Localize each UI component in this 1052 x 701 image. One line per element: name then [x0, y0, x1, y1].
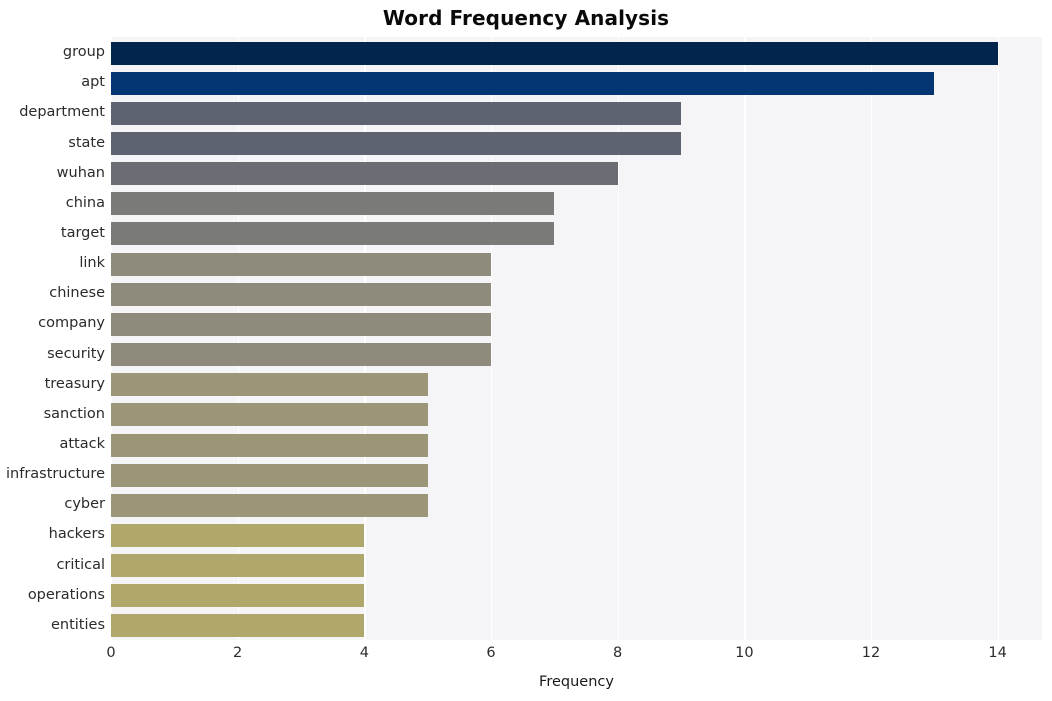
gridline-x: [617, 37, 619, 640]
bar: [111, 373, 428, 397]
y-tick-label: sanction: [43, 405, 105, 422]
y-tick-label: chinese: [49, 285, 105, 302]
x-tick-label: 14: [988, 645, 1007, 661]
y-axis-tick-labels: group apt department state wuhan china target l…: [0, 37, 105, 640]
y-tick-label: operations: [27, 586, 105, 603]
x-tick-label: 6: [486, 645, 496, 661]
y-tick-label: apt: [81, 74, 105, 91]
y-tick-label: state: [68, 134, 105, 151]
bar: [111, 584, 365, 608]
x-tick-label: 4: [359, 645, 369, 661]
y-tick-label: treasury: [44, 375, 105, 392]
gridline-x: [364, 37, 366, 640]
bar: [111, 71, 935, 95]
y-tick-label: attack: [59, 436, 105, 453]
y-tick-label: infrastructure: [6, 466, 105, 483]
y-tick-label: department: [19, 104, 105, 121]
bar: [111, 222, 555, 246]
y-tick-label: link: [79, 255, 105, 272]
bar: [111, 132, 681, 156]
bar: [111, 433, 428, 457]
bar: [111, 162, 618, 186]
y-tick-label: target: [60, 224, 105, 241]
x-axis-title: Frequency: [539, 674, 614, 690]
plot-area: [111, 37, 1042, 640]
y-tick-label: group: [62, 44, 105, 61]
bar: [111, 463, 428, 487]
x-tick-label: 8: [613, 645, 623, 661]
gridline-x: [997, 37, 999, 640]
bar: [111, 343, 491, 367]
y-tick-label: cyber: [64, 496, 105, 513]
gridline-x: [744, 37, 746, 640]
y-tick-label: company: [38, 315, 105, 332]
bar: [111, 614, 365, 638]
gridline-x: [237, 37, 239, 640]
y-tick-label: security: [47, 345, 105, 362]
y-tick-label: hackers: [48, 526, 105, 543]
bar: [111, 403, 428, 427]
x-tick-label: 0: [106, 645, 116, 661]
x-axis-tick-labels: 0 2 4 6 8 10 12 14: [0, 645, 1052, 667]
bar: [111, 252, 491, 276]
chart-figure: Word Frequency Analysis group apt departme…: [0, 0, 1052, 701]
bar: [111, 192, 555, 216]
bar: [111, 312, 491, 336]
bar: [111, 282, 491, 306]
y-tick-label: entities: [50, 616, 105, 633]
bar: [111, 523, 365, 547]
x-tick-label: 10: [735, 645, 754, 661]
bar: [111, 554, 365, 578]
gridline-x: [111, 37, 113, 640]
y-tick-label: china: [65, 194, 105, 211]
bar: [111, 493, 428, 517]
bar: [111, 101, 681, 125]
chart-title: Word Frequency Analysis: [382, 6, 670, 30]
gridline-x: [491, 37, 493, 640]
x-tick-label: 2: [233, 645, 243, 661]
bar: [111, 41, 998, 65]
y-tick-label: critical: [56, 556, 105, 573]
y-tick-label: wuhan: [56, 164, 105, 181]
x-tick-label: 12: [861, 645, 881, 661]
gridline-x: [871, 37, 873, 640]
